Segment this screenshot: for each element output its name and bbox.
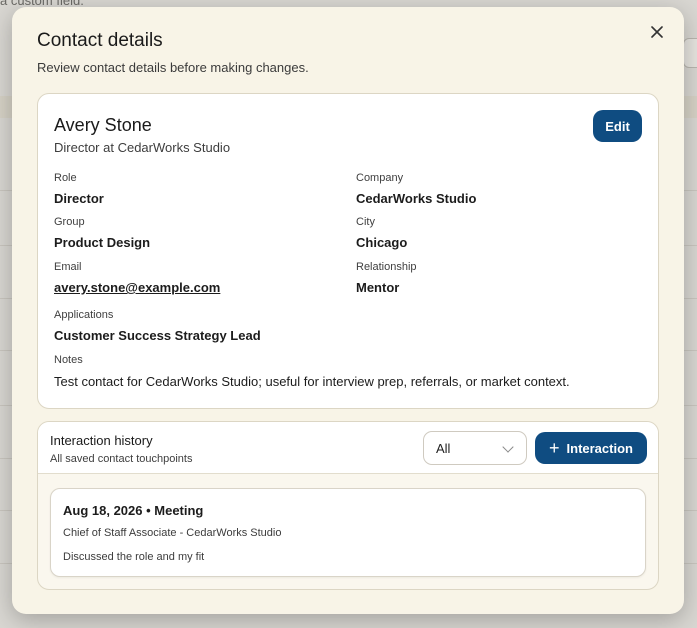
field-label: Group: [54, 216, 85, 228]
history-subtitle: All saved contact touchpoints: [50, 453, 193, 465]
contact-details-modal: Contact details Review contact details b…: [12, 7, 684, 614]
field-value: Director: [54, 191, 104, 206]
interaction-entry[interactable]: Aug 18, 2026 • Meeting Chief of Staff As…: [50, 488, 646, 577]
plus-icon: +: [549, 438, 560, 458]
field-label: Notes: [54, 354, 83, 366]
field-label: Role: [54, 172, 77, 184]
add-interaction-button[interactable]: + Interaction: [535, 432, 647, 464]
field-label: Applications: [54, 309, 114, 321]
interaction-history-card: Interaction history All saved contact to…: [37, 421, 659, 590]
background-button: [683, 38, 697, 68]
add-interaction-label: Interaction: [566, 440, 633, 456]
field-value: CedarWorks Studio: [356, 191, 477, 206]
edit-button[interactable]: Edit: [593, 110, 642, 142]
field-relationship: Relationship Mentor: [356, 260, 417, 296]
field-value: Mentor: [356, 280, 400, 295]
field-value: Product Design: [54, 235, 151, 250]
field-group: Group Product Design: [54, 215, 150, 251]
email-link[interactable]: avery.stone@example.com: [54, 279, 220, 296]
entry-note: Discussed the role and my fit: [63, 551, 205, 563]
history-title: Interaction history: [50, 433, 153, 448]
field-notes: Notes Test contact for CedarWorks Studio…: [54, 353, 570, 390]
field-value: Chicago: [356, 235, 408, 250]
entry-title: Aug 18, 2026 • Meeting: [63, 503, 204, 518]
field-company: Company CedarWorks Studio: [356, 171, 476, 207]
modal-title: Contact details: [37, 30, 163, 51]
field-label: Relationship: [356, 261, 417, 273]
field-label: Company: [356, 172, 404, 184]
contact-name: Avery Stone: [54, 115, 152, 135]
contact-headline: Director at CedarWorks Studio: [54, 140, 231, 155]
close-icon[interactable]: [646, 21, 668, 43]
field-label: Email: [54, 261, 82, 273]
interaction-history-header: Interaction history All saved contact to…: [38, 422, 658, 474]
field-value: Customer Success Strategy Lead: [54, 328, 261, 343]
notes-value: Test contact for CedarWorks Studio; usef…: [54, 374, 570, 389]
contact-card: Avery Stone Director at CedarWorks Studi…: [37, 93, 659, 409]
interaction-filter-select[interactable]: All: [423, 431, 527, 465]
field-label: City: [356, 216, 375, 228]
field-role: Role Director: [54, 171, 104, 207]
entry-subtitle: Chief of Staff Associate - CedarWorks St…: [63, 527, 282, 539]
filter-selected-value: All: [436, 440, 451, 456]
field-applications: Applications Customer Success Strategy L…: [54, 308, 261, 344]
field-email: Email avery.stone@example.com: [54, 260, 220, 296]
chevron-down-icon: [502, 441, 514, 453]
field-city: City Chicago: [356, 215, 407, 251]
modal-subtitle: Review contact details before making cha…: [37, 60, 309, 75]
